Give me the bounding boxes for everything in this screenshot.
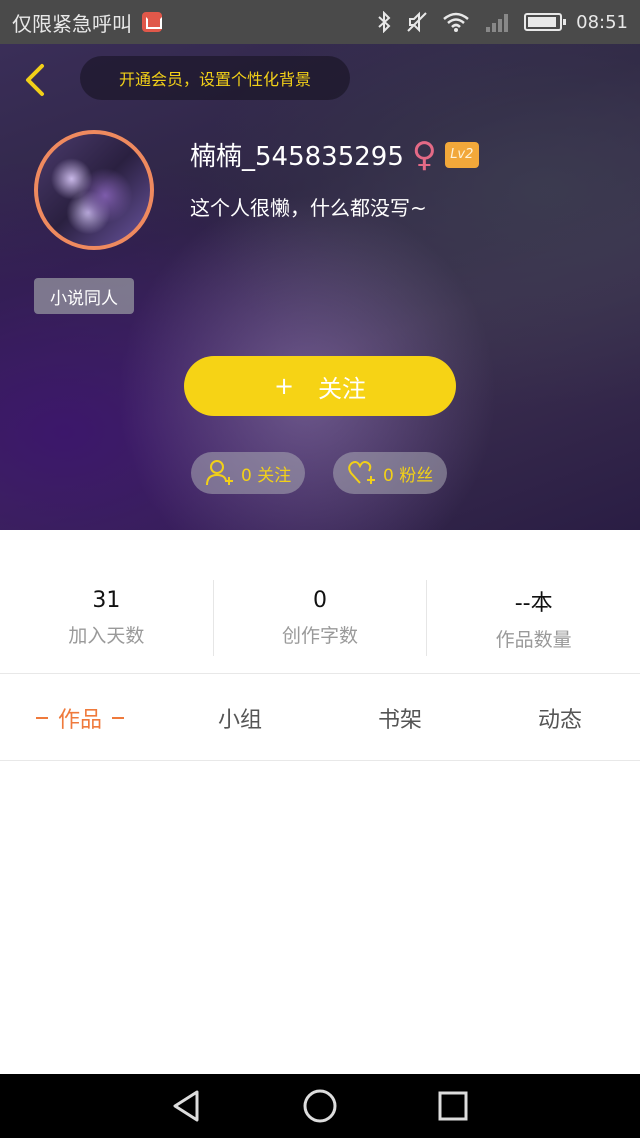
back-triangle-icon[interactable] — [169, 1088, 205, 1124]
profile-tabs: 作品 小组 书架 动态 — [0, 690, 640, 746]
follow-button-label: 关注 — [318, 374, 367, 403]
wifi-icon — [443, 12, 469, 32]
mute-icon — [407, 11, 427, 33]
battery-icon — [524, 13, 567, 31]
plus-icon: + — [273, 372, 295, 400]
level-badge: Lv2 — [444, 141, 479, 168]
follow-button[interactable]: + 关注 — [184, 356, 456, 416]
stat-join-days: 31 加入天数 — [0, 580, 214, 656]
tab-label: 小组 — [217, 708, 262, 733]
female-icon: ♀ — [411, 134, 437, 175]
heart-plus-icon — [348, 461, 375, 484]
category-tag: 小说同人 — [34, 278, 134, 314]
navigation-bar — [0, 1074, 640, 1138]
tab-label: 作品 — [57, 708, 102, 733]
stat-value: 31 — [92, 588, 121, 613]
tab-bookshelf[interactable]: 书架 — [320, 690, 480, 746]
recents-square-icon[interactable] — [435, 1088, 471, 1124]
tab-label: 书架 — [377, 708, 422, 733]
tab-groups[interactable]: 小组 — [160, 690, 320, 746]
stat-label: 加入天数 — [68, 625, 145, 647]
stat-label: 作品数量 — [495, 628, 572, 651]
tab-label: 动态 — [537, 708, 582, 733]
signal-icon — [486, 14, 509, 32]
carrier-text: 仅限紧急呼叫 — [12, 11, 132, 36]
status-right: 08:51 — [376, 11, 628, 33]
username-row: 楠楠_545835295 ♀ Lv2 — [190, 136, 479, 173]
active-dash-right — [112, 717, 124, 719]
following-count: 0 关注 — [241, 465, 292, 486]
mail-notification-icon — [142, 12, 162, 32]
status-bar: 仅限紧急呼叫 08:51 — [0, 0, 640, 44]
username: 楠楠_545835295 — [190, 142, 404, 172]
status-time: 08:51 — [576, 11, 628, 33]
vip-background-tip[interactable]: 开通会员，设置个性化背景 — [80, 56, 350, 100]
home-circle-icon[interactable] — [302, 1088, 338, 1124]
status-left: 仅限紧急呼叫 — [12, 8, 376, 37]
active-dash-left — [35, 717, 48, 719]
stat-label: 创作字数 — [282, 625, 359, 647]
stat-works-count: --本 作品数量 — [427, 580, 640, 656]
back-arrow-icon[interactable] — [16, 60, 56, 100]
tab-activity[interactable]: 动态 — [480, 690, 640, 746]
fans-count: 0 粉丝 — [383, 465, 434, 486]
profile-header: 开通会员，设置个性化背景 小说同人 楠楠_545835295 ♀ Lv2 这个人… — [0, 44, 640, 530]
add-user-icon — [206, 460, 233, 486]
following-count-button[interactable]: 0 关注 — [191, 452, 306, 494]
divider — [0, 673, 640, 674]
stat-value: --本 — [514, 590, 553, 616]
avatar[interactable] — [34, 130, 154, 250]
stat-value: 0 — [313, 588, 327, 613]
fans-count-button[interactable]: 0 粉丝 — [333, 452, 448, 494]
stat-word-count: 0 创作字数 — [214, 580, 428, 656]
stats-row: 31 加入天数 0 创作字数 --本 作品数量 — [0, 580, 640, 656]
tab-works[interactable]: 作品 — [0, 690, 160, 746]
divider — [0, 760, 640, 761]
user-bio: 这个人很懒，什么都没写~ — [190, 196, 427, 220]
bluetooth-icon — [378, 11, 391, 33]
